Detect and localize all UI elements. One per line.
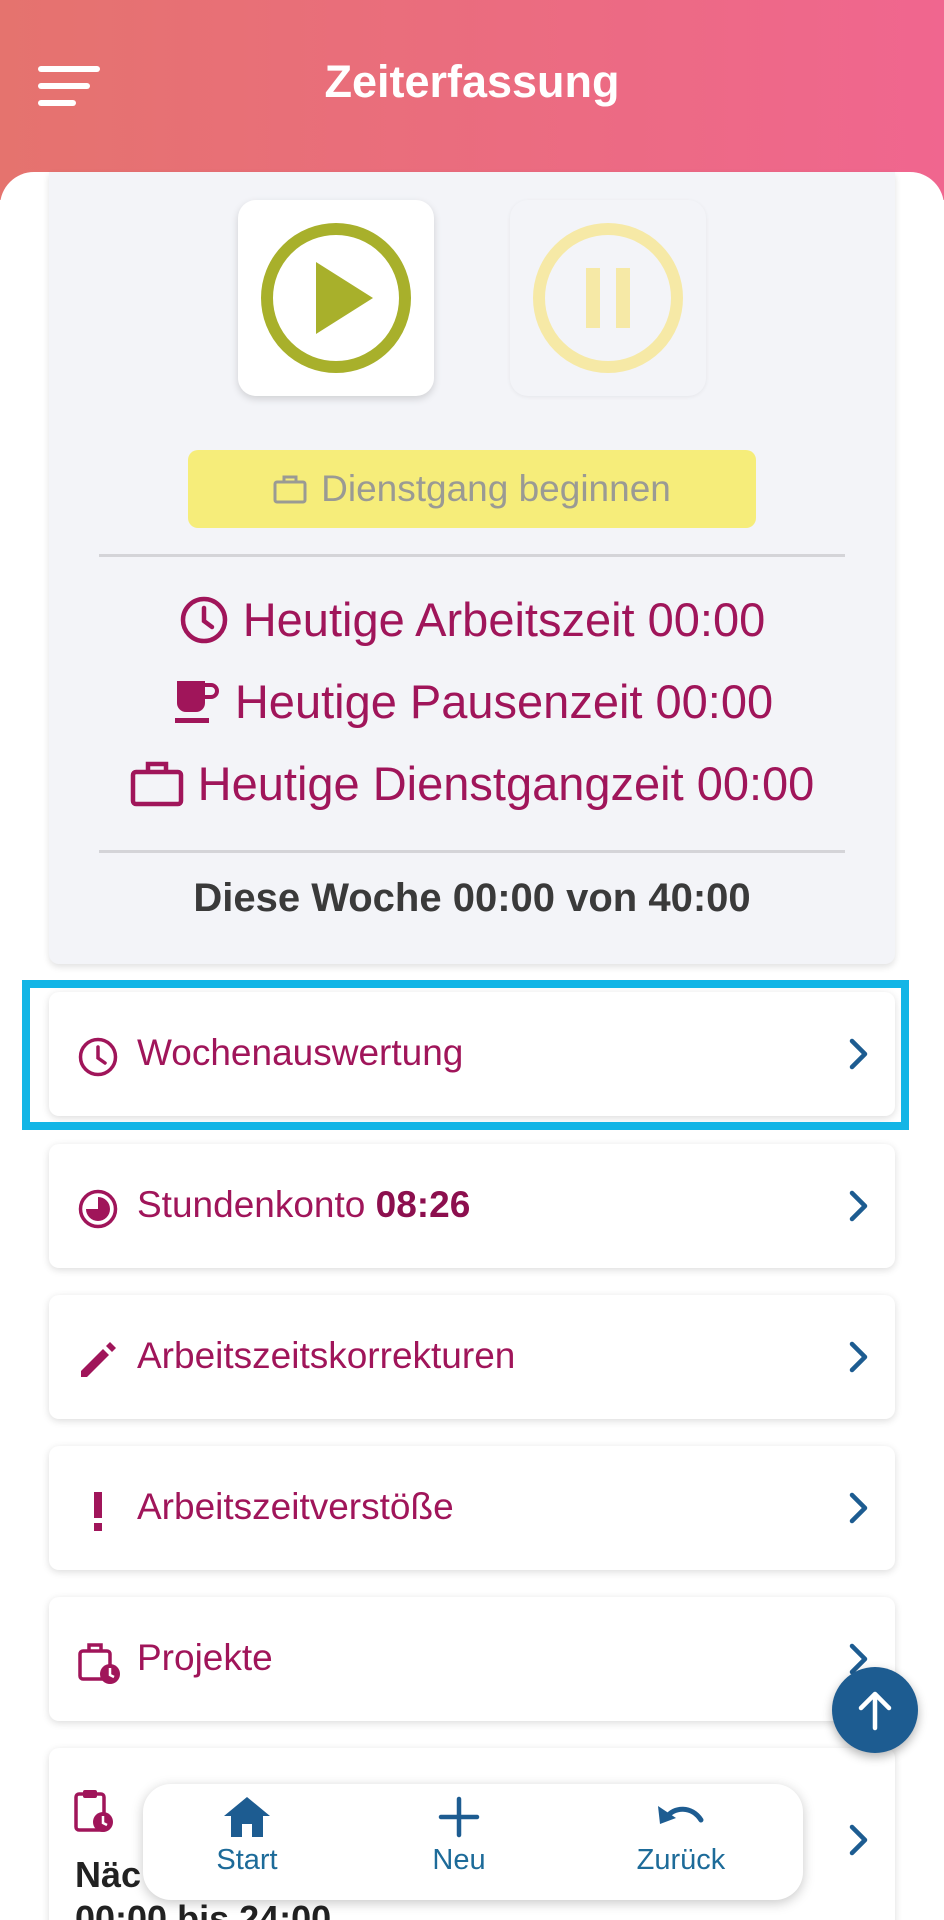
divider <box>99 850 845 853</box>
pause-icon <box>533 223 683 373</box>
projects-label: Projekte <box>137 1637 273 1678</box>
corrections-label: Arbeitszeitskorrekturen <box>137 1335 516 1376</box>
errand-button-label: Dienstgang beginnen <box>321 468 671 509</box>
start-errand-button[interactable]: Dienstgang beginnen <box>188 450 756 528</box>
chevron-right-icon <box>849 1190 868 1222</box>
undo-icon <box>658 1806 704 1824</box>
scroll-to-top-button[interactable] <box>832 1667 918 1753</box>
nav-back[interactable]: Zurück <box>601 1794 761 1890</box>
schedule-time: 00:00 bis 24:00 <box>75 1898 332 1920</box>
clock-icon <box>180 596 227 643</box>
violations-label: Arbeitszeitverstöße <box>137 1486 454 1527</box>
chevron-right-icon <box>849 1492 868 1524</box>
clock-icon <box>78 1037 118 1077</box>
briefcase-icon <box>273 475 307 504</box>
plus-icon <box>438 1796 480 1838</box>
bottom-navigation: Start Neu Zurück <box>143 1784 803 1900</box>
nav-start[interactable]: Start <box>167 1794 327 1890</box>
today-errand-time: Heutige Dienstgangzeit 00:00 <box>49 756 895 811</box>
corrections-item[interactable]: Arbeitszeitskorrekturen <box>49 1295 895 1419</box>
coffee-cup-icon <box>174 680 219 723</box>
hours-account-value: 08:26 <box>375 1184 471 1225</box>
time-tracker-card: Dienstgang beginnen Heutige Arbeitszeit … <box>49 172 895 964</box>
chevron-right-icon <box>849 1341 868 1373</box>
home-icon <box>224 1797 270 1837</box>
violations-item[interactable]: Arbeitszeitverstöße <box>49 1446 895 1570</box>
chevron-right-icon <box>849 1038 868 1070</box>
hours-account-label: Stundenkonto 08:26 <box>137 1184 471 1225</box>
app-bar: Zeiterfassung <box>0 0 944 200</box>
pause-button[interactable] <box>510 200 706 396</box>
today-work-time: Heutige Arbeitszeit 00:00 <box>49 592 895 647</box>
hours-account-item[interactable]: Stundenkonto 08:26 <box>49 1144 895 1268</box>
play-icon <box>261 223 411 373</box>
arrow-up-icon <box>858 1691 892 1731</box>
nav-new[interactable]: Neu <box>379 1794 539 1890</box>
today-break-time: Heutige Pausenzeit 00:00 <box>49 674 895 729</box>
clipboard-clock-icon <box>74 1790 113 1832</box>
week-total: Diese Woche 00:00 von 40:00 <box>193 876 751 920</box>
weekly-report-item[interactable]: Wochenauswertung <box>49 992 895 1116</box>
chevron-right-icon <box>849 1824 868 1856</box>
pencil-icon <box>81 1342 116 1377</box>
pie-chart-icon <box>78 1189 118 1229</box>
weekly-report-label: Wochenauswertung <box>137 1032 464 1073</box>
schedule-title: Näc <box>75 1854 142 1895</box>
start-tracking-button[interactable] <box>238 200 434 396</box>
page-title: Zeiterfassung <box>324 56 620 107</box>
projects-item[interactable]: Projekte <box>49 1597 895 1721</box>
exclamation-icon <box>94 1492 102 1531</box>
divider <box>99 554 845 557</box>
briefcase-icon <box>130 761 183 806</box>
briefcase-clock-icon <box>78 1643 120 1684</box>
